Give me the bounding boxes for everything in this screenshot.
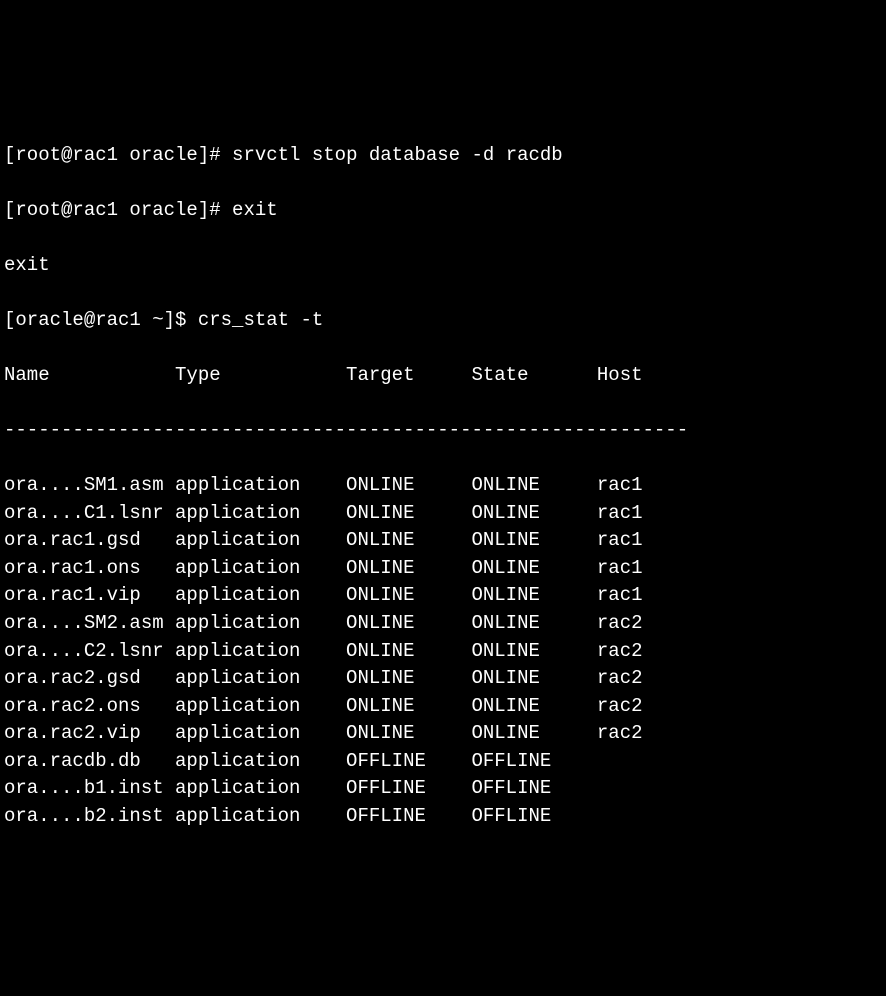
command-line-3: [oracle@rac1 ~]$ crs_stat -t	[4, 307, 882, 335]
command-srvctl[interactable]: srvctl stop database -d racdb	[232, 144, 563, 166]
prompt-oracle: [oracle@rac1 ~]$	[4, 309, 198, 331]
table-row: ora....C1.lsnr application ONLINE ONLINE…	[4, 500, 882, 528]
table-header: Name Type Target State Host	[4, 362, 882, 390]
command-line-1: [root@rac1 oracle]# srvctl stop database…	[4, 142, 882, 170]
prompt-root-1: [root@rac1 oracle]#	[4, 144, 232, 166]
command-crsstat[interactable]: crs_stat -t	[198, 309, 323, 331]
table-row: ora.rac2.vip application ONLINE ONLINE r…	[4, 720, 882, 748]
table-row: ora.rac1.ons application ONLINE ONLINE r…	[4, 555, 882, 583]
command-line-2: [root@rac1 oracle]# exit	[4, 197, 882, 225]
table-row: ora....C2.lsnr application ONLINE ONLINE…	[4, 638, 882, 666]
prompt-root-2: [root@rac1 oracle]#	[4, 199, 232, 221]
exit-echo: exit	[4, 252, 882, 280]
terminal-output: [root@rac1 oracle]# srvctl stop database…	[4, 114, 882, 858]
table-divider: ----------------------------------------…	[4, 417, 882, 445]
table-row: ora....SM2.asm application ONLINE ONLINE…	[4, 610, 882, 638]
table-row: ora.rac2.ons application ONLINE ONLINE r…	[4, 693, 882, 721]
table-row: ora.rac1.gsd application ONLINE ONLINE r…	[4, 527, 882, 555]
table-row: ora.rac1.vip application ONLINE ONLINE r…	[4, 582, 882, 610]
table-body: ora....SM1.asm application ONLINE ONLINE…	[4, 472, 882, 830]
table-row: ora.rac2.gsd application ONLINE ONLINE r…	[4, 665, 882, 693]
table-row: ora....SM1.asm application ONLINE ONLINE…	[4, 472, 882, 500]
table-row: ora.racdb.db application OFFLINE OFFLINE	[4, 748, 882, 776]
command-exit[interactable]: exit	[232, 199, 278, 221]
table-row: ora....b1.inst application OFFLINE OFFLI…	[4, 775, 882, 803]
table-row: ora....b2.inst application OFFLINE OFFLI…	[4, 803, 882, 831]
